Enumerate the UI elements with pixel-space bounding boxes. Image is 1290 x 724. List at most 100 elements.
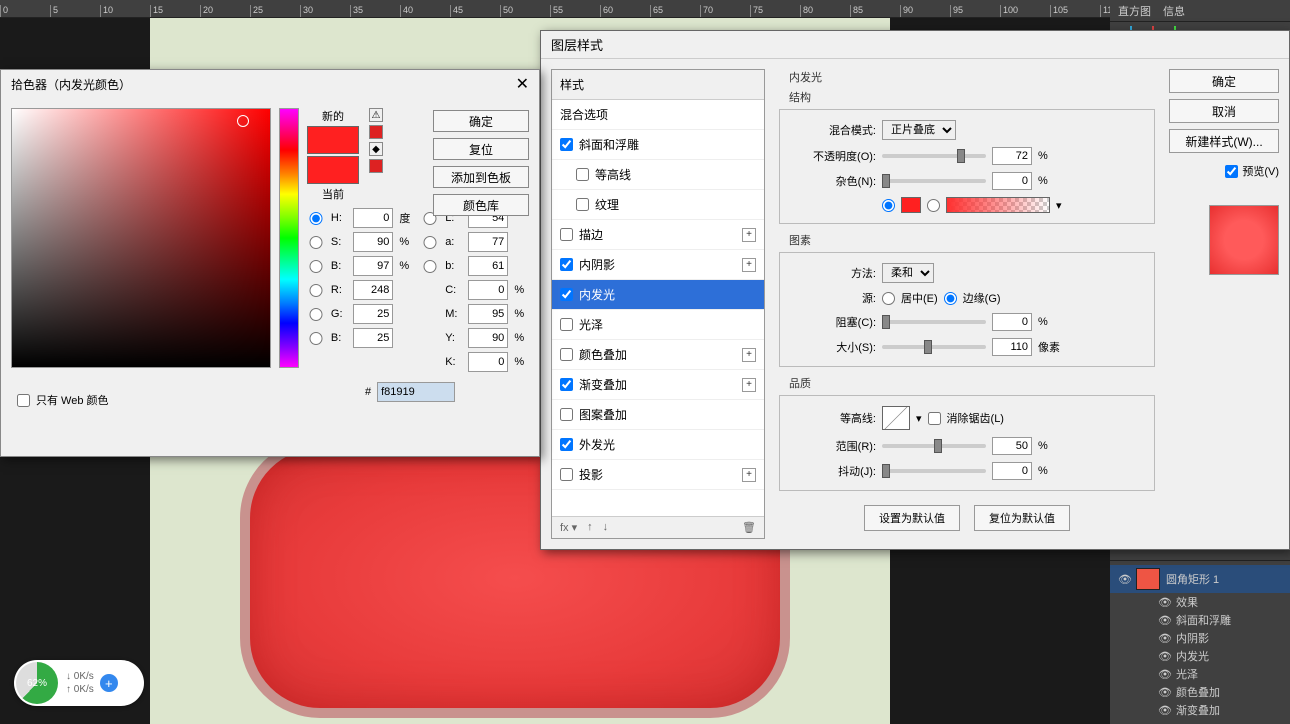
- r-input[interactable]: [353, 280, 393, 300]
- style-item[interactable]: 图案叠加: [552, 400, 764, 430]
- method-select[interactable]: 柔和: [882, 263, 934, 283]
- s-input[interactable]: [353, 232, 393, 252]
- gradient-radio[interactable]: [927, 199, 940, 212]
- glow-color-chip[interactable]: [901, 197, 921, 213]
- gamut-warning-icon[interactable]: ⚠: [369, 108, 383, 122]
- style-checkbox[interactable]: [560, 378, 573, 391]
- effect-row[interactable]: 👁渐变叠加: [1150, 701, 1290, 719]
- style-item[interactable]: 描边+: [552, 220, 764, 250]
- noise-slider[interactable]: [882, 179, 986, 183]
- fx-icon[interactable]: fx ▾: [560, 521, 577, 534]
- cp-ok-button[interactable]: 确定: [433, 110, 529, 132]
- cp-add-swatch-button[interactable]: 添加到色板: [433, 166, 529, 188]
- websafe-chip[interactable]: [369, 159, 383, 173]
- style-item[interactable]: 纹理: [552, 190, 764, 220]
- style-checkbox[interactable]: [560, 408, 573, 421]
- style-item[interactable]: 光泽: [552, 310, 764, 340]
- layer-row[interactable]: 👁 圆角矩形 1: [1110, 565, 1290, 593]
- source-edge-radio[interactable]: [944, 292, 957, 305]
- style-checkbox[interactable]: [560, 468, 573, 481]
- opacity-input[interactable]: [992, 147, 1032, 165]
- jitter-input[interactable]: [992, 462, 1032, 480]
- b-radio[interactable]: [307, 260, 325, 273]
- noise-input[interactable]: [992, 172, 1032, 190]
- effect-row[interactable]: 👁光泽: [1150, 665, 1290, 683]
- cp-reset-button[interactable]: 复位: [433, 138, 529, 160]
- down-icon[interactable]: ↓: [603, 521, 609, 534]
- cube-icon[interactable]: ◆: [369, 142, 383, 156]
- c-input[interactable]: [468, 280, 508, 300]
- style-item[interactable]: 混合选项: [552, 100, 764, 130]
- style-checkbox[interactable]: [576, 168, 589, 181]
- a-radio[interactable]: [421, 236, 439, 249]
- plus-icon[interactable]: +: [742, 468, 756, 482]
- style-checkbox[interactable]: [560, 288, 573, 301]
- gamut-chip[interactable]: [369, 125, 383, 139]
- gauge-plus-icon[interactable]: +: [100, 674, 118, 692]
- r-radio[interactable]: [307, 284, 325, 297]
- tab-histogram[interactable]: 直方图: [1118, 3, 1151, 19]
- gradient-strip[interactable]: [946, 197, 1050, 213]
- style-checkbox[interactable]: [576, 198, 589, 211]
- plus-icon[interactable]: +: [742, 348, 756, 362]
- y-input[interactable]: [468, 328, 508, 348]
- style-item[interactable]: 颜色叠加+: [552, 340, 764, 370]
- hex-input[interactable]: [377, 382, 455, 402]
- color-field[interactable]: [11, 108, 271, 368]
- up-icon[interactable]: ↑: [587, 521, 593, 534]
- cp-color-lib-button[interactable]: 颜色库: [433, 194, 529, 216]
- style-item[interactable]: 内阴影+: [552, 250, 764, 280]
- range-input[interactable]: [992, 437, 1032, 455]
- opacity-slider[interactable]: [882, 154, 986, 158]
- preview-checkbox[interactable]: [1225, 165, 1238, 178]
- plus-icon[interactable]: +: [742, 378, 756, 392]
- contour-picker[interactable]: [882, 406, 910, 430]
- close-icon[interactable]: ✕: [516, 74, 529, 94]
- style-item[interactable]: 投影+: [552, 460, 764, 490]
- b3-input[interactable]: [353, 328, 393, 348]
- range-slider[interactable]: [882, 444, 986, 448]
- h-input[interactable]: [353, 208, 393, 228]
- size-slider[interactable]: [882, 345, 986, 349]
- style-checkbox[interactable]: [560, 228, 573, 241]
- style-item[interactable]: 渐变叠加+: [552, 370, 764, 400]
- bval-input[interactable]: [353, 256, 393, 276]
- jitter-slider[interactable]: [882, 469, 986, 473]
- source-center-radio[interactable]: [882, 292, 895, 305]
- style-item[interactable]: 等高线: [552, 160, 764, 190]
- b2-radio[interactable]: [421, 260, 439, 273]
- k-input[interactable]: [468, 352, 508, 372]
- ok-button[interactable]: 确定: [1169, 69, 1279, 93]
- style-item[interactable]: 斜面和浮雕: [552, 130, 764, 160]
- trash-icon[interactable]: 🗑: [742, 521, 756, 534]
- style-item[interactable]: 内发光: [552, 280, 764, 310]
- a-input[interactable]: [468, 232, 508, 252]
- effect-row[interactable]: 👁斜面和浮雕: [1150, 611, 1290, 629]
- style-item[interactable]: 外发光: [552, 430, 764, 460]
- new-style-button[interactable]: 新建样式(W)...: [1169, 129, 1279, 153]
- style-checkbox[interactable]: [560, 138, 573, 151]
- size-input[interactable]: [992, 338, 1032, 356]
- h-radio[interactable]: [307, 212, 325, 225]
- reset-default-button[interactable]: 复位为默认值: [974, 505, 1070, 531]
- color-radio[interactable]: [882, 199, 895, 212]
- choke-input[interactable]: [992, 313, 1032, 331]
- style-checkbox[interactable]: [560, 318, 573, 331]
- effect-row[interactable]: 👁内阴影: [1150, 629, 1290, 647]
- m-input[interactable]: [468, 304, 508, 324]
- set-default-button[interactable]: 设置为默认值: [864, 505, 960, 531]
- g-radio[interactable]: [307, 308, 325, 321]
- b2-input[interactable]: [468, 256, 508, 276]
- web-only-checkbox[interactable]: [17, 394, 30, 407]
- s-radio[interactable]: [307, 236, 325, 249]
- plus-icon[interactable]: +: [742, 258, 756, 272]
- g-input[interactable]: [353, 304, 393, 324]
- speed-gauge[interactable]: 62% ↓ 0K/s ↑ 0K/s +: [14, 660, 144, 706]
- plus-icon[interactable]: +: [742, 228, 756, 242]
- b3-radio[interactable]: [307, 332, 325, 345]
- blend-mode-select[interactable]: 正片叠底: [882, 120, 956, 140]
- effect-row[interactable]: 👁颜色叠加: [1150, 683, 1290, 701]
- style-checkbox[interactable]: [560, 258, 573, 271]
- antialias-checkbox[interactable]: [928, 412, 941, 425]
- tab-info[interactable]: 信息: [1163, 3, 1185, 19]
